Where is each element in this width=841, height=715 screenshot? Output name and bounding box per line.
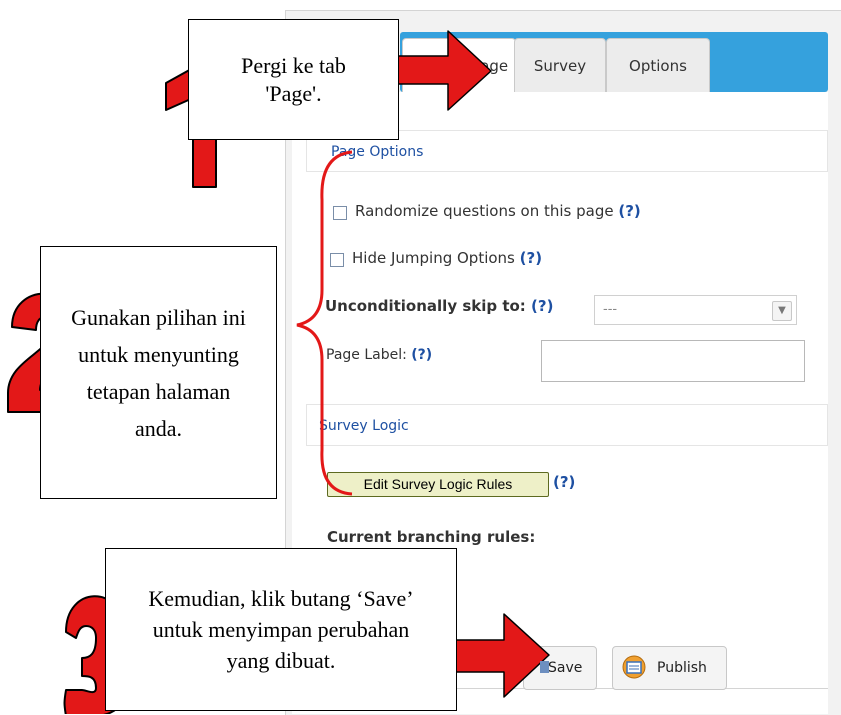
callout-step-2: Gunakan pilihan ini untuk menyunting tet… (40, 246, 277, 499)
callout-step-1-text: Pergi ke tab 'Page'. (241, 52, 346, 106)
publish-icon (622, 655, 646, 679)
callout-step-3: Kemudian, klik butang ‘Save’ untuk menyi… (105, 548, 457, 711)
red-arrow-tab (397, 30, 492, 111)
callout-step-1: Pergi ke tab 'Page'. (188, 19, 399, 140)
save-icon (540, 661, 549, 673)
red-arrow-save (455, 613, 550, 698)
red-curly-brace (296, 150, 353, 496)
callout-step-3-text: Kemudian, klik butang ‘Save’ untuk menyi… (148, 586, 414, 673)
callout-step-2-text: Gunakan pilihan ini untuk menyunting tet… (71, 304, 246, 441)
